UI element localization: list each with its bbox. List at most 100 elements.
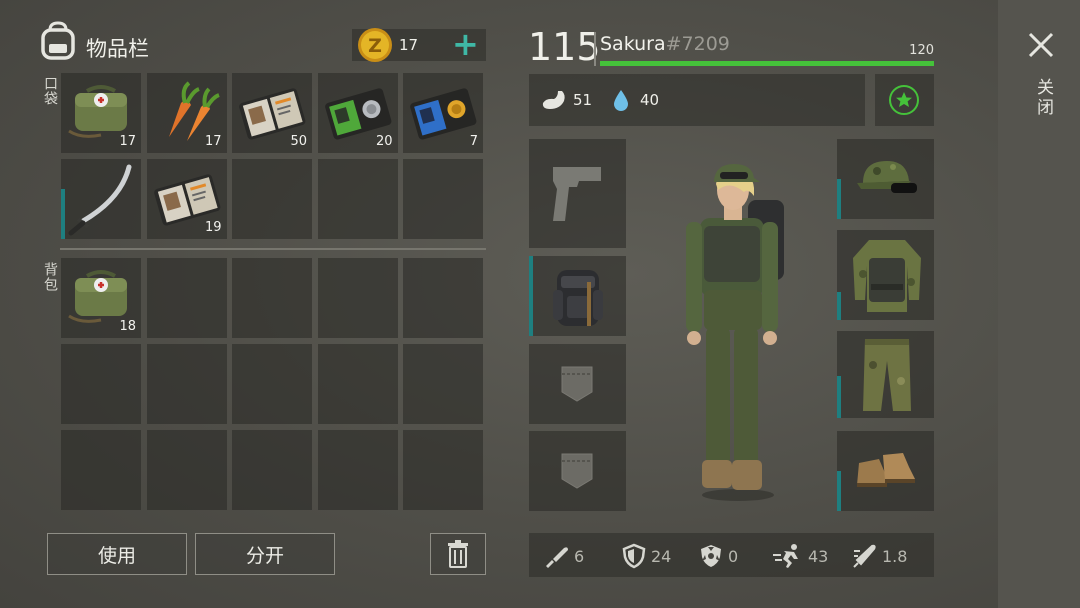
backpack-slot[interactable]	[61, 344, 141, 424]
backpack-slot[interactable]	[146, 258, 227, 338]
use-button[interactable]: 使用	[47, 533, 187, 575]
item-count: 19	[204, 220, 222, 235]
camo-cap-icon	[857, 161, 917, 193]
backpack-slot[interactable]	[146, 430, 227, 510]
weapon-speed-stat: 1.8	[852, 536, 907, 576]
item-count: 17	[119, 134, 136, 149]
armor-value: 24	[651, 546, 672, 566]
close-button-label[interactable]: 关闭	[1031, 78, 1056, 118]
pocket-slot[interactable]: 17	[146, 73, 227, 153]
pocket-slot[interactable]	[61, 159, 141, 239]
backpack-slot[interactable]	[232, 344, 312, 424]
backpack-slot[interactable]: 18	[61, 258, 141, 338]
item-count: 18	[119, 319, 136, 334]
running-icon	[773, 544, 798, 568]
pocket-slot[interactable]: 7	[403, 73, 483, 153]
thirst-value: 40	[640, 91, 660, 109]
backpack-slot[interactable]	[403, 258, 483, 338]
player-level: 115	[528, 25, 601, 69]
svg-text:Z: Z	[368, 35, 382, 57]
feet-durability	[837, 471, 841, 511]
backpack-slot[interactable]	[317, 344, 398, 424]
camo-vest-jacket-icon	[853, 240, 921, 312]
water-drop-icon	[614, 90, 628, 111]
head-durability	[837, 179, 841, 219]
weapon-slot[interactable]	[529, 139, 626, 248]
speed-value: 43	[808, 546, 829, 566]
pocket-equip-slot-2[interactable]	[529, 431, 626, 511]
health-max: 120	[909, 43, 934, 58]
hunger-value: 51	[573, 91, 593, 109]
boots-icon	[857, 453, 915, 487]
player-name: Sakura#7209	[600, 33, 730, 55]
pocket-slot[interactable]: 50	[232, 73, 312, 153]
radiation-value: 0	[728, 546, 739, 566]
stomach-icon	[542, 91, 565, 109]
pistol-icon	[553, 167, 601, 221]
pocket-slot[interactable]: 17	[61, 73, 141, 153]
attack-stat: 6	[544, 536, 584, 576]
section-divider	[60, 248, 486, 250]
backpack-slot[interactable]	[403, 344, 483, 424]
pocket-icon	[561, 453, 593, 489]
head-slot[interactable]	[837, 139, 934, 219]
header-divider	[594, 32, 596, 66]
pocket-slot[interactable]	[232, 159, 312, 239]
item-count: 7	[469, 134, 478, 149]
katana-icon	[68, 164, 132, 236]
feet-slot[interactable]	[837, 431, 934, 511]
backpack-icon	[41, 21, 75, 60]
knife-icon	[546, 547, 568, 568]
health-bar-track	[600, 61, 934, 66]
pocket-slot[interactable]: 19	[146, 159, 227, 239]
backpack-slot[interactable]	[317, 430, 398, 510]
trash-button[interactable]	[430, 533, 486, 575]
item-count: 20	[375, 134, 393, 149]
backpack-equip-slot[interactable]	[529, 256, 626, 336]
coin-icon: Z	[358, 28, 392, 62]
pocket-equip-slot-1[interactable]	[529, 344, 626, 424]
close-icon[interactable]	[1027, 31, 1055, 59]
body-slot[interactable]	[837, 230, 934, 320]
pocket-slot[interactable]: 20	[317, 73, 398, 153]
legs-durability	[837, 376, 841, 418]
coin-count: 17	[399, 36, 419, 54]
split-button[interactable]: 分开	[195, 533, 335, 575]
sword-speed-icon	[853, 544, 876, 568]
player-name-text: Sakura	[600, 33, 666, 55]
backpack-slot[interactable]	[146, 344, 227, 424]
star-badge-icon	[889, 85, 919, 115]
backpack-slot[interactable]	[403, 430, 483, 510]
backpack-slot[interactable]	[317, 258, 398, 338]
health-bar-fill	[600, 61, 934, 66]
radiation-stat: 0	[698, 536, 738, 576]
pocket-slot[interactable]	[403, 159, 483, 239]
backpack-durability	[529, 256, 533, 336]
armor-stat: 24	[621, 536, 671, 576]
body-durability	[837, 292, 841, 320]
shield-icon	[622, 543, 646, 569]
radiation-shield-icon	[701, 545, 721, 567]
item-durability-bar	[61, 189, 65, 239]
backpack-slot[interactable]	[232, 258, 312, 338]
character-model	[686, 164, 784, 501]
legs-slot[interactable]	[837, 331, 934, 418]
trash-icon	[448, 540, 468, 568]
pocket-label: 口袋	[42, 76, 58, 106]
backpack-slot[interactable]	[232, 430, 312, 510]
inventory-title: 物品栏	[86, 37, 149, 61]
pocket-icon	[561, 366, 593, 402]
add-coins-button[interactable]: +	[452, 27, 479, 61]
item-count: 17	[204, 134, 222, 149]
pocket-slot[interactable]	[317, 159, 398, 239]
attack-value: 6	[574, 546, 585, 566]
player-tag: #7209	[665, 33, 730, 55]
backpack-label: 背包	[42, 262, 58, 292]
perks-button[interactable]	[875, 74, 934, 126]
tactical-backpack-icon	[553, 270, 603, 326]
item-count: 50	[290, 134, 307, 149]
speed-stat: 43	[772, 536, 828, 576]
weapon-speed-value: 1.8	[882, 546, 908, 566]
camo-pants-icon	[863, 339, 911, 411]
backpack-slot[interactable]	[61, 430, 141, 510]
